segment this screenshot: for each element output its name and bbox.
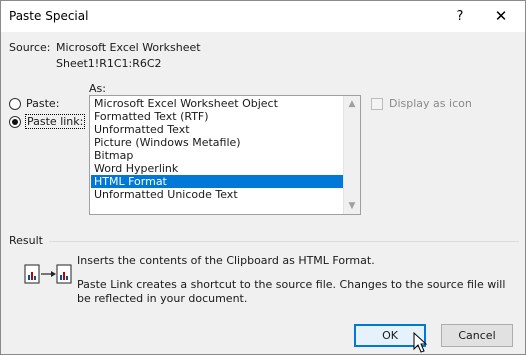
help-button[interactable]: ? [447, 5, 473, 27]
source-label: Source: [9, 41, 51, 54]
paste-link-radio[interactable] [9, 115, 21, 128]
format-item[interactable]: Unformatted Text [91, 123, 344, 136]
scroll-up-icon[interactable]: ▲ [344, 96, 360, 112]
source-value: Microsoft Excel Worksheet [56, 41, 201, 54]
display-as-icon-option[interactable]: Display as icon [371, 97, 472, 110]
format-item[interactable]: Bitmap [91, 149, 344, 162]
scroll-down-icon[interactable]: ▼ [344, 198, 360, 214]
format-listbox[interactable]: Microsoft Excel Worksheet Object Formatt… [89, 95, 361, 215]
result-label: Result [9, 234, 43, 247]
listbox-scrollbar[interactable]: ▲ ▼ [343, 96, 360, 214]
cancel-button[interactable]: Cancel [441, 324, 513, 347]
format-item[interactable]: Word Hyperlink [91, 162, 344, 175]
title-bar: Paste Special ? ✕ [1, 1, 525, 32]
format-item[interactable]: Unformatted Unicode Text [91, 188, 344, 201]
paste-link-icon [24, 264, 72, 284]
display-as-icon-checkbox[interactable] [371, 97, 383, 110]
format-item[interactable]: Picture (Windows Metafile) [91, 136, 344, 149]
display-as-icon-label: Display as icon [389, 97, 472, 110]
format-item[interactable]: Microsoft Excel Worksheet Object [91, 97, 344, 110]
format-list: Microsoft Excel Worksheet Object Formatt… [91, 97, 344, 201]
result-link-description: Paste Link creates a shortcut to the sou… [77, 278, 506, 305]
paste-special-dialog: Paste Special ? ✕ Source: Microsoft Exce… [0, 0, 526, 355]
paste-radio-label[interactable]: Paste: [26, 97, 59, 110]
paste-link-radio-option[interactable]: Paste link: [9, 114, 86, 129]
format-item[interactable]: Formatted Text (RTF) [91, 110, 344, 123]
mouse-pointer-icon [413, 332, 428, 353]
as-label: As: [89, 82, 106, 95]
result-divider [49, 241, 519, 242]
result-description: Inserts the contents of the Clipboard as… [77, 254, 375, 267]
source-range: Sheet1!R1C1:R6C2 [56, 57, 162, 70]
paste-link-radio-label[interactable]: Paste link: [24, 114, 86, 129]
dialog-title: Paste Special [9, 9, 89, 23]
paste-radio[interactable] [9, 97, 21, 110]
format-item-selected[interactable]: HTML Format [91, 175, 344, 188]
close-button[interactable]: ✕ [488, 5, 514, 27]
paste-radio-option[interactable]: Paste: [9, 97, 59, 110]
